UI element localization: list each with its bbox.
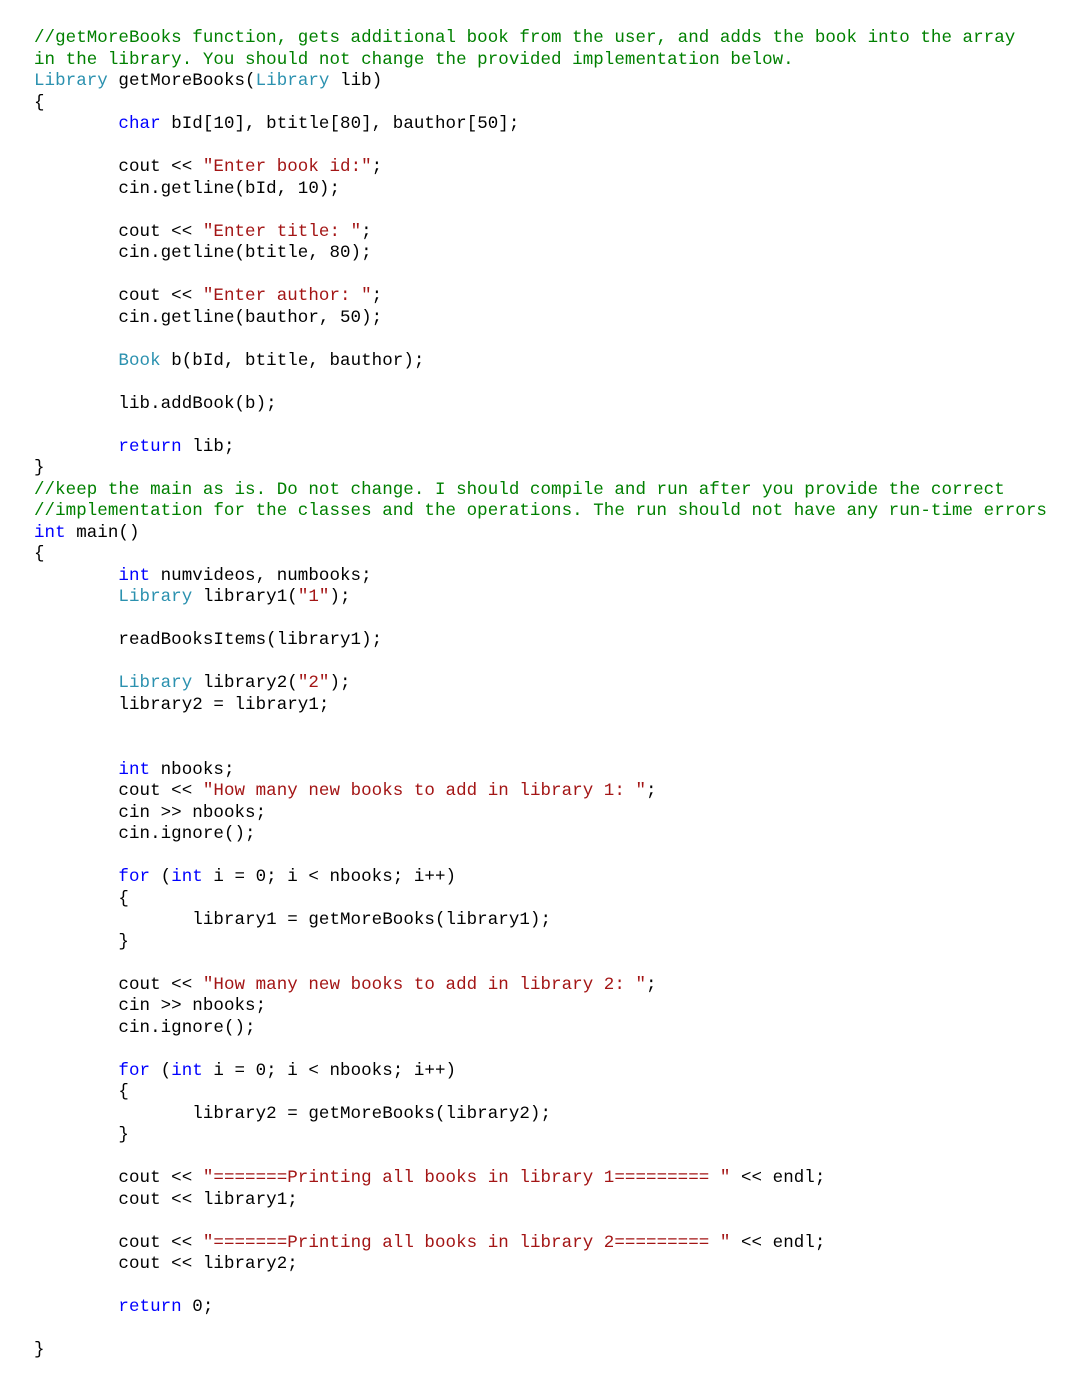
code-text: } (118, 932, 129, 952)
code-text: lib) (329, 71, 382, 91)
code-string: "=======Printing all books in library 1=… (203, 1168, 731, 1188)
code-text: library2 = getMoreBooks(library2); (192, 1104, 551, 1124)
code-text: { (118, 889, 129, 909)
code-text: cout << (118, 286, 202, 306)
code-text: lib; (182, 437, 235, 457)
code-text: cin.getline(btitle, 80); (118, 243, 371, 263)
code-text: cout << (118, 975, 202, 995)
code-text: cout << (118, 781, 202, 801)
code-keyword: return (118, 437, 181, 457)
code-string: "1" (298, 587, 330, 607)
code-comment: //getMoreBooks function, gets additional… (34, 28, 1015, 48)
code-text: nbooks; (150, 760, 234, 780)
code-text: cout << library2; (118, 1254, 297, 1274)
code-text: ; (372, 286, 383, 306)
code-text: cin.getline(bId, 10); (118, 179, 340, 199)
code-text: library1 = getMoreBooks(library1); (192, 910, 551, 930)
code-text: cout << (118, 1168, 202, 1188)
code-text: library2( (192, 673, 298, 693)
code-keyword: return (118, 1297, 181, 1317)
code-comment: in the library. You should not change th… (34, 50, 794, 70)
code-text: ( (150, 867, 171, 887)
code-comment: //keep the main as is. Do not change. I … (34, 480, 1005, 500)
code-keyword: int (34, 523, 66, 543)
code-type: Library (118, 673, 192, 693)
code-string: "2" (298, 673, 330, 693)
code-text: } (34, 458, 45, 478)
code-type: Library (34, 71, 108, 91)
code-string: "Enter title: " (203, 222, 361, 242)
code-text: ; (361, 222, 372, 242)
code-text: cin >> nbooks; (118, 803, 266, 823)
code-text: } (118, 1125, 129, 1145)
code-text: 0; (182, 1297, 214, 1317)
code-text: numvideos, numbooks; (150, 566, 372, 586)
code-text: << endl; (730, 1168, 825, 1188)
code-text: i = 0; i < nbooks; i++) (203, 867, 456, 887)
code-text: { (34, 544, 45, 564)
code-string: "Enter book id:" (203, 157, 372, 177)
code-text: cin >> nbooks; (118, 996, 266, 1016)
code-string: "How many new books to add in library 2:… (203, 975, 646, 995)
code-type: Book (118, 351, 160, 371)
code-keyword: int (118, 760, 150, 780)
code-text: cout << (118, 1233, 202, 1253)
code-string: "How many new books to add in library 1:… (203, 781, 646, 801)
code-keyword: for (118, 1061, 150, 1081)
code-string: "Enter author: " (203, 286, 372, 306)
code-text: library2 = library1; (118, 695, 329, 715)
code-text: ; (372, 157, 383, 177)
code-text: ; (646, 781, 657, 801)
code-text: cout << (118, 157, 202, 177)
code-keyword: int (171, 1061, 203, 1081)
code-text: cout << (118, 222, 202, 242)
code-text: b(bId, btitle, bauthor); (161, 351, 425, 371)
code-text: { (118, 1082, 129, 1102)
code-text: { (34, 93, 45, 113)
code-listing: //getMoreBooks function, gets additional… (0, 0, 1080, 1390)
code-text: main() (66, 523, 140, 543)
code-keyword: for (118, 867, 150, 887)
code-text: i = 0; i < nbooks; i++) (203, 1061, 456, 1081)
code-text: library1( (192, 587, 298, 607)
code-text: lib.addBook(b); (118, 394, 276, 414)
code-keyword: int (171, 867, 203, 887)
code-comment: //implementation for the classes and the… (34, 501, 1047, 521)
code-type: Library (118, 587, 192, 607)
code-text: getMoreBooks( (108, 71, 256, 91)
code-text: } (34, 1340, 45, 1360)
code-text: << endl; (730, 1233, 825, 1253)
code-keyword: int (118, 566, 150, 586)
code-string: "=======Printing all books in library 2=… (203, 1233, 731, 1253)
code-text: ); (329, 673, 350, 693)
code-text: readBooksItems(library1); (118, 630, 382, 650)
code-text: cin.ignore(); (118, 1018, 255, 1038)
code-type: Library (256, 71, 330, 91)
code-text: ( (150, 1061, 171, 1081)
code-text: bId[10], btitle[80], bauthor[50]; (161, 114, 520, 134)
code-text: ); (329, 587, 350, 607)
code-keyword: char (118, 114, 160, 134)
code-text: cin.getline(bauthor, 50); (118, 308, 382, 328)
code-text: ; (646, 975, 657, 995)
code-text: cin.ignore(); (118, 824, 255, 844)
code-text: cout << library1; (118, 1190, 297, 1210)
